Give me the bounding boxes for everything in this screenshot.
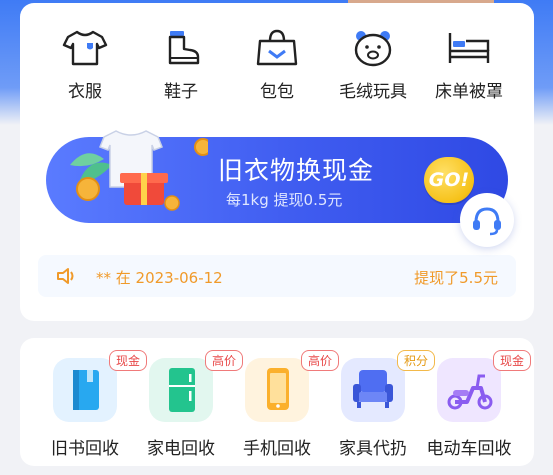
- service-label: 旧书回收: [51, 439, 119, 459]
- service-furniture-disposal[interactable]: 积分 家具代扔: [325, 350, 436, 459]
- go-button[interactable]: GO!: [424, 157, 474, 203]
- notice-amount: 提现了5.5元: [414, 269, 498, 287]
- scooter-icon: [447, 374, 493, 410]
- book-icon: [73, 370, 99, 410]
- category-card: 衣服 鞋子 包包 毛绒玩具 床单被罩 旧衣物换现金 每1kg 提现0.5元 GO…: [20, 3, 534, 321]
- notice-message: ** 在 2023-06-12: [96, 269, 223, 287]
- boot-icon: [168, 31, 200, 65]
- customer-service-button[interactable]: [460, 193, 514, 247]
- service-phones[interactable]: 高价 手机回收: [229, 350, 340, 459]
- service-badge: 现金: [493, 350, 532, 371]
- category-clothes[interactable]: 衣服: [37, 29, 133, 102]
- service-icon-box: 现金: [437, 350, 532, 422]
- recycle-services-card: 现金 旧书回收 高价 家电回收 高价 手机回收 积分 家具代扔 现金 电动车回收: [20, 338, 534, 466]
- gift-tshirt-illustration: [70, 130, 208, 211]
- cash-exchange-banner[interactable]: 旧衣物换现金 每1kg 提现0.5元 GO!: [46, 130, 508, 223]
- banner-title: 旧衣物换现金: [218, 156, 375, 185]
- category-label: 鞋子: [164, 82, 198, 102]
- service-appliances[interactable]: 高价 家电回收: [133, 350, 244, 459]
- category-label: 包包: [260, 82, 294, 102]
- phone-icon: [267, 368, 289, 410]
- category-shoes[interactable]: 鞋子: [133, 29, 229, 102]
- category-bags[interactable]: 包包: [229, 29, 325, 102]
- service-label: 手机回收: [243, 439, 311, 459]
- service-icon-box: 高价: [245, 350, 340, 422]
- service-icon-box: 现金: [53, 350, 148, 422]
- service-e-bike[interactable]: 现金 电动车回收: [421, 350, 532, 459]
- handbag-icon: [256, 29, 298, 66]
- category-label: 毛绒玩具: [339, 82, 407, 102]
- headset-icon: [473, 207, 501, 236]
- sofa-icon: [353, 370, 393, 408]
- service-label: 电动车回收: [426, 439, 512, 459]
- withdraw-notice: ** 在 2023-06-12 提现了5.5元: [38, 255, 516, 297]
- service-label: 家具代扔: [339, 439, 407, 459]
- fridge-icon: [169, 368, 195, 412]
- service-label: 家电回收: [147, 439, 215, 459]
- category-label: 床单被罩: [435, 82, 503, 102]
- category-bedding[interactable]: 床单被罩: [421, 29, 517, 102]
- category-plush-toys[interactable]: 毛绒玩具: [325, 29, 421, 102]
- bed-icon: [448, 33, 490, 63]
- service-icon-box: 积分: [341, 350, 436, 422]
- service-old-books[interactable]: 现金 旧书回收: [37, 350, 148, 459]
- banner-subtitle: 每1kg 提现0.5元: [226, 191, 343, 209]
- service-icon-box: 高价: [149, 350, 244, 422]
- speaker-icon: [57, 268, 74, 284]
- teddy-bear-icon: [354, 31, 392, 67]
- category-label: 衣服: [68, 82, 102, 102]
- tshirt-icon: [62, 30, 108, 66]
- category-row: 衣服 鞋子 包包 毛绒玩具 床单被罩: [20, 3, 534, 113]
